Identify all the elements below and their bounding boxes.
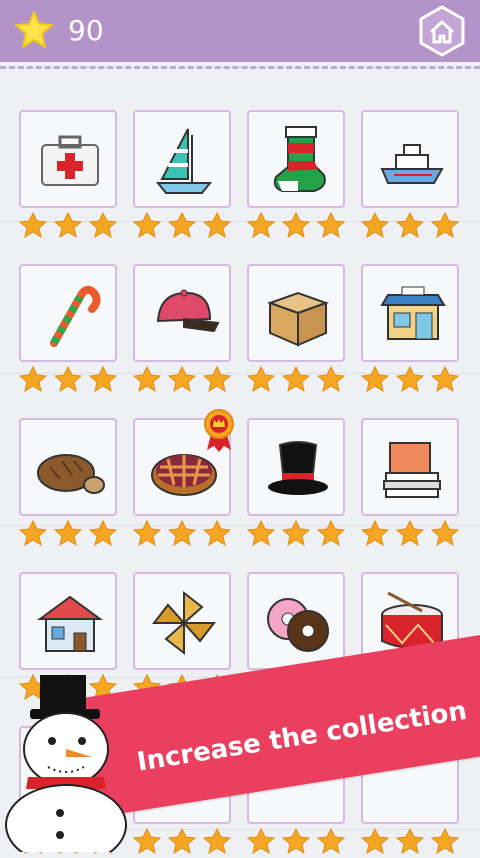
collection-item-shop[interactable] — [361, 264, 459, 362]
star-rating — [18, 365, 118, 393]
rating-star-icon — [18, 365, 48, 393]
rating-star-icon — [202, 211, 232, 239]
rating-star-icon — [202, 827, 232, 855]
rating-star-icon — [18, 211, 48, 239]
star-rating — [132, 365, 232, 393]
rating-star-icon — [202, 365, 232, 393]
collection-item-first-aid-kit[interactable] — [19, 110, 117, 208]
rating-star-icon — [430, 827, 460, 855]
rating-star-icon — [202, 519, 232, 547]
candy-cane-icon — [50, 285, 101, 347]
star-rating — [246, 519, 346, 547]
crown-badge-icon — [203, 408, 235, 452]
star-rating — [246, 827, 346, 855]
collection-item-bread[interactable] — [19, 418, 117, 516]
books-icon — [383, 442, 441, 498]
rating-star-icon — [316, 827, 346, 855]
rating-star-icon — [88, 365, 118, 393]
star-rating — [360, 827, 460, 855]
cardboard-box-icon — [267, 291, 329, 347]
snowman-mascot — [5, 675, 127, 852]
christmas-stocking-icon — [273, 126, 326, 192]
star-icon — [15, 11, 53, 48]
collection-item-candy-cane[interactable] — [19, 264, 117, 362]
rating-star-icon — [167, 211, 197, 239]
donuts-icon — [267, 598, 329, 652]
star-rating — [360, 211, 460, 239]
rating-star-icon — [360, 365, 390, 393]
rating-star-icon — [53, 365, 83, 393]
rating-star-icon — [360, 827, 390, 855]
rating-star-icon — [316, 519, 346, 547]
star-rating — [360, 365, 460, 393]
collection-item-house[interactable] — [19, 572, 117, 670]
rating-star-icon — [167, 365, 197, 393]
star-rating — [360, 519, 460, 547]
top-hat-icon — [268, 441, 328, 495]
rating-star-icon — [316, 365, 346, 393]
rating-star-icon — [360, 211, 390, 239]
rating-star-icon — [430, 365, 460, 393]
rating-star-icon — [246, 827, 276, 855]
rating-star-icon — [88, 519, 118, 547]
rating-star-icon — [395, 827, 425, 855]
rating-star-icon — [53, 211, 83, 239]
baseball-cap-icon — [156, 289, 220, 333]
star-rating — [246, 365, 346, 393]
collection-item-cardboard-box[interactable] — [247, 264, 345, 362]
rating-star-icon — [246, 211, 276, 239]
rating-star-icon — [281, 211, 311, 239]
rating-star-icon — [246, 365, 276, 393]
collection-item-baseball-cap[interactable] — [133, 264, 231, 362]
sailboat-icon — [155, 128, 213, 194]
rating-star-icon — [88, 211, 118, 239]
rating-star-icon — [132, 519, 162, 547]
rating-star-icon — [132, 365, 162, 393]
collection-item-donuts[interactable] — [247, 572, 345, 670]
rating-star-icon — [395, 365, 425, 393]
collection-item-top-hat[interactable] — [247, 418, 345, 516]
rating-star-icon — [395, 211, 425, 239]
rating-star-icon — [281, 519, 311, 547]
rating-star-icon — [316, 211, 346, 239]
shop-icon — [380, 286, 446, 340]
rating-star-icon — [246, 519, 276, 547]
collection-item-sailboat[interactable] — [133, 110, 231, 208]
first-aid-kit-icon — [41, 135, 99, 186]
rating-star-icon — [430, 211, 460, 239]
bread-icon — [37, 454, 105, 494]
pinwheel-icon — [151, 590, 217, 656]
top-bar: 90 — [0, 0, 480, 62]
collection-item-books[interactable] — [361, 418, 459, 516]
rating-star-icon — [360, 519, 390, 547]
rating-star-icon — [132, 211, 162, 239]
star-rating — [246, 211, 346, 239]
star-rating — [132, 519, 232, 547]
collection-item-pinwheel[interactable] — [133, 572, 231, 670]
star-rating — [132, 211, 232, 239]
collection-item-christmas-stocking[interactable] — [247, 110, 345, 208]
rating-star-icon — [281, 827, 311, 855]
rating-star-icon — [430, 519, 460, 547]
rating-star-icon — [167, 827, 197, 855]
rating-star-icon — [395, 519, 425, 547]
house-icon — [36, 595, 104, 652]
rating-star-icon — [281, 365, 311, 393]
rating-star-icon — [18, 519, 48, 547]
collection-item-ship[interactable] — [361, 110, 459, 208]
header-divider — [0, 66, 480, 69]
rating-star-icon — [167, 519, 197, 547]
home-button[interactable] — [416, 5, 468, 57]
star-rating — [18, 211, 118, 239]
score-value: 90 — [68, 14, 104, 47]
ship-icon — [380, 144, 444, 184]
rating-star-icon — [53, 519, 83, 547]
star-rating — [18, 519, 118, 547]
